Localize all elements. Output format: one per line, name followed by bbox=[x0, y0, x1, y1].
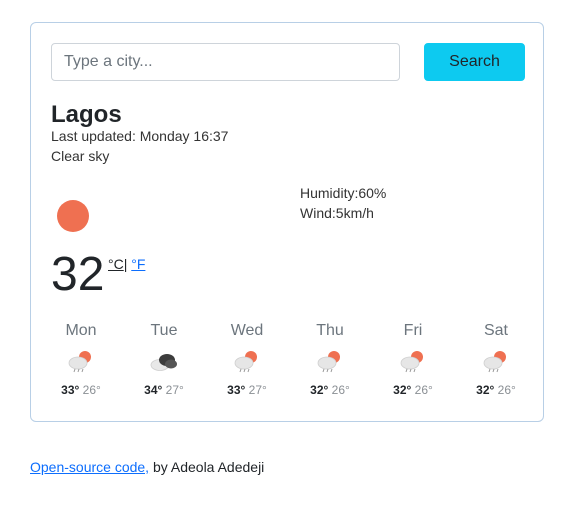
forecast-day-name: Thu bbox=[316, 322, 344, 339]
sun-cloud-rain-icon bbox=[483, 351, 506, 373]
forecast-day-name: Wed bbox=[230, 322, 264, 339]
footer: Open-source code, by Adeola Adedeji bbox=[30, 459, 264, 475]
search-button[interactable]: Search bbox=[424, 43, 525, 81]
forecast-min: 26° bbox=[497, 383, 516, 397]
forecast-min: 26° bbox=[331, 383, 350, 397]
open-source-link[interactable]: Open-source code, bbox=[30, 459, 149, 475]
forecast-min: 27° bbox=[165, 383, 184, 397]
sun-icon bbox=[57, 200, 89, 232]
forecast-day-name: Fri bbox=[403, 322, 423, 339]
search-form: Search bbox=[51, 43, 525, 81]
forecast-min: 26° bbox=[414, 383, 433, 397]
forecast-day-name: Mon bbox=[65, 322, 97, 339]
forecast-day: Thu 32° 26° bbox=[288, 320, 372, 397]
forecast-day: Fri 32° 26° bbox=[371, 320, 455, 397]
sun-cloud-rain-icon bbox=[234, 351, 257, 373]
forecast-max: 33° bbox=[227, 383, 246, 397]
sun-cloud-rain-icon bbox=[68, 351, 91, 373]
forecast-max: 34° bbox=[144, 383, 163, 397]
sun-cloud-rain-icon bbox=[400, 351, 423, 373]
weather-card: Search Lagos Last updated: Monday 16:37 … bbox=[30, 22, 544, 422]
forecast-max: 33° bbox=[61, 383, 80, 397]
city-name: Lagos bbox=[51, 101, 122, 128]
wind: Wind:5km/h bbox=[300, 205, 374, 221]
forecast-day: Sat 32° 26° bbox=[454, 320, 538, 397]
forecast-max: 32° bbox=[393, 383, 412, 397]
current-temperature: 32 bbox=[51, 248, 105, 301]
forecast-max: 32° bbox=[310, 383, 329, 397]
unit-separator: | bbox=[123, 256, 128, 272]
forecast-day-name: Tue bbox=[150, 322, 178, 339]
author-credit: by Adeola Adedeji bbox=[149, 459, 265, 475]
sun-cloud-rain-icon bbox=[317, 351, 340, 373]
forecast-day: Tue 34° 27° bbox=[122, 320, 206, 397]
unit-switch: °C| °F bbox=[108, 256, 145, 272]
forecast-day-name: Sat bbox=[483, 322, 508, 339]
last-updated: Last updated: Monday 16:37 bbox=[51, 128, 229, 144]
weather-description: Clear sky bbox=[51, 148, 110, 164]
forecast-day: Wed 33° 27° bbox=[205, 320, 289, 397]
forecast-min: 27° bbox=[248, 383, 267, 397]
celsius-link[interactable]: °C bbox=[108, 256, 124, 272]
search-input[interactable] bbox=[51, 43, 400, 81]
forecast-min: 26° bbox=[82, 383, 101, 397]
forecast-max: 32° bbox=[476, 383, 495, 397]
dark-cloud-icon bbox=[150, 354, 177, 371]
humidity: Humidity:60% bbox=[300, 185, 387, 201]
fahrenheit-link[interactable]: °F bbox=[131, 256, 145, 272]
forecast-day: Mon 33° 26° bbox=[39, 320, 123, 397]
